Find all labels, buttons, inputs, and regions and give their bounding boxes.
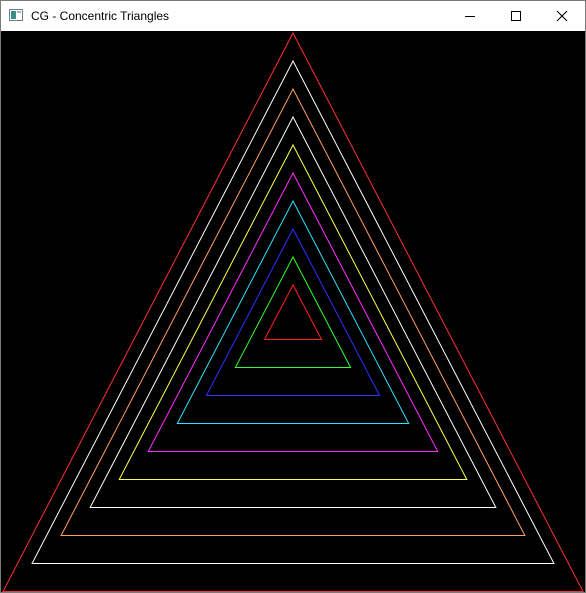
- drawing-canvas: [1, 31, 585, 592]
- triangles-scene: [2, 31, 584, 592]
- triangle-outline-7: [176, 199, 410, 424]
- triangle-outline-4: [89, 115, 497, 508]
- maximize-button[interactable]: [493, 1, 539, 31]
- triangle-outline-2: [31, 59, 555, 564]
- minimize-icon: [465, 16, 475, 17]
- triangle-outline-10: [263, 283, 323, 340]
- maximize-icon: [511, 11, 521, 21]
- window-app-icon: [9, 9, 23, 21]
- app-window: CG - Concentric Triangles: [0, 0, 586, 593]
- triangle-outline-8: [205, 227, 381, 396]
- close-icon: [556, 10, 568, 22]
- triangle-outline-5: [118, 143, 468, 480]
- triangle-outline-3: [60, 87, 526, 536]
- minimize-button[interactable]: [447, 1, 493, 31]
- triangle-outline-9: [234, 255, 352, 368]
- window-title: CG - Concentric Triangles: [31, 9, 170, 23]
- close-button[interactable]: [539, 1, 585, 31]
- title-bar[interactable]: CG - Concentric Triangles: [1, 1, 585, 31]
